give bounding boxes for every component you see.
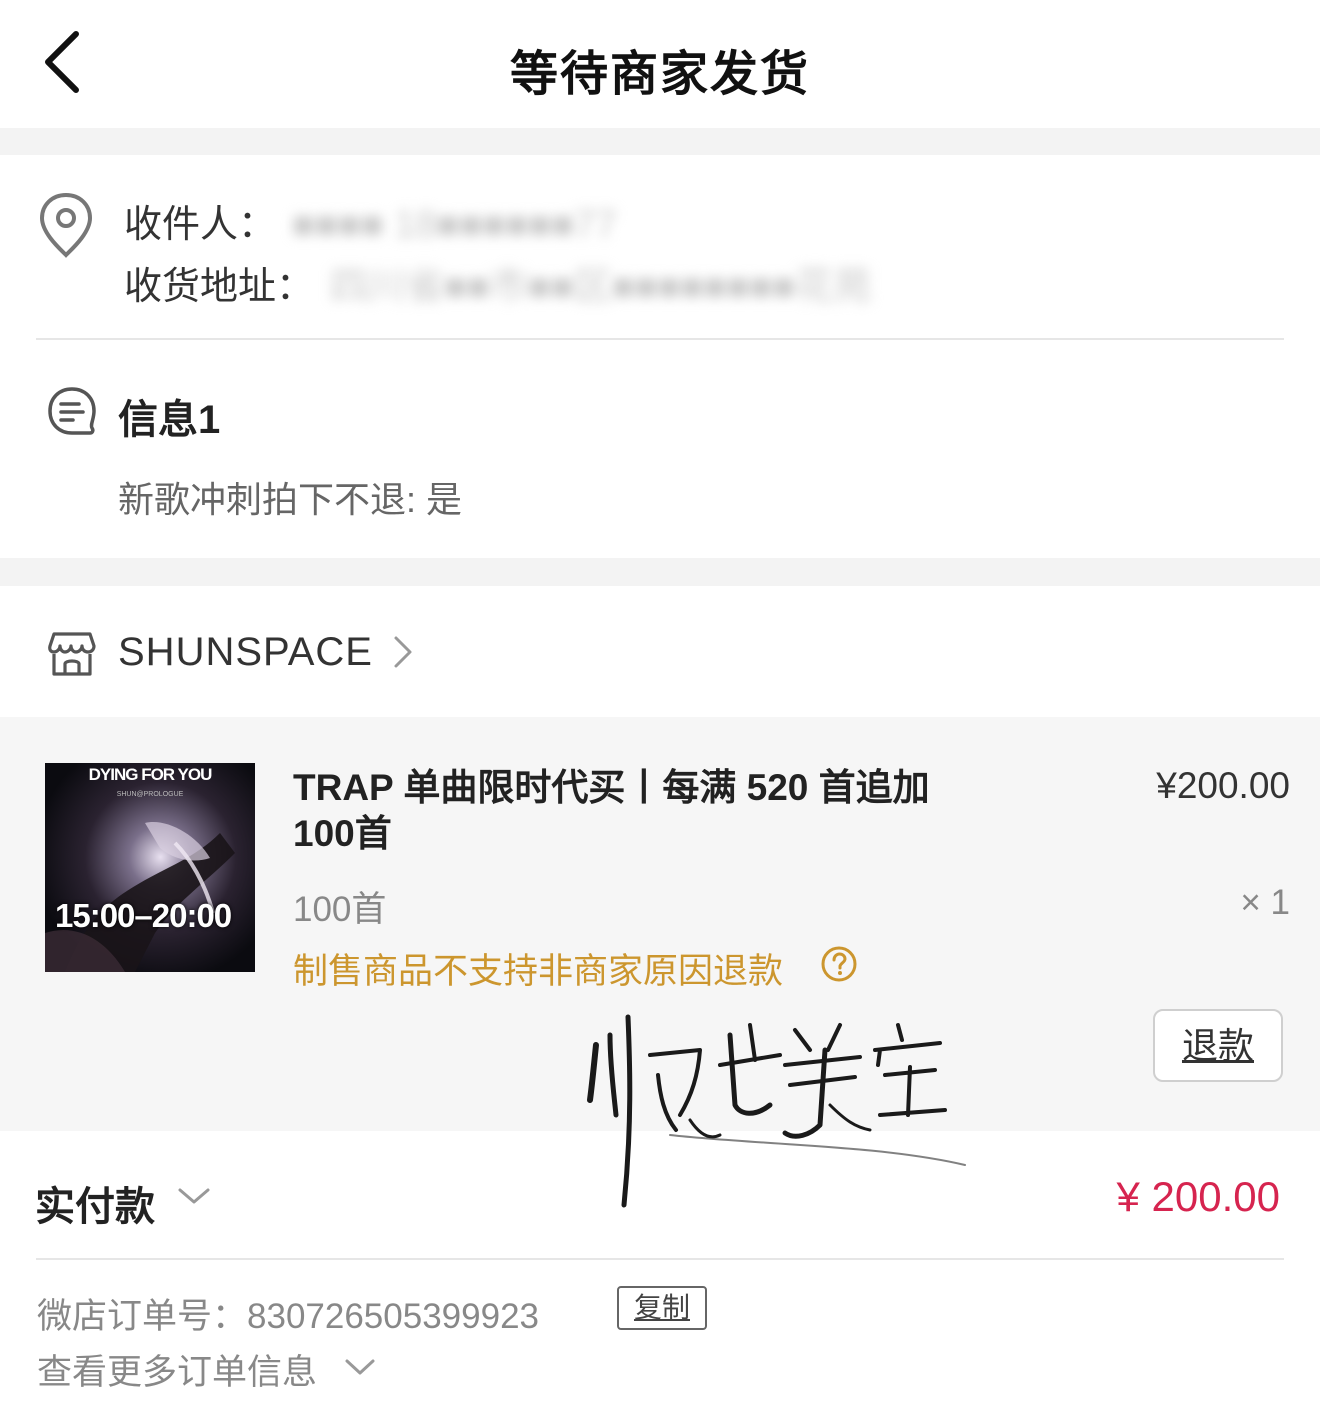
thumb-subtitle: SHUN@PROLOGUE: [116, 791, 184, 798]
handwritten-watermark: [587, 1014, 966, 1208]
paid-amount: ¥ 200.00: [1116, 1173, 1281, 1220]
divider: [36, 338, 1284, 340]
refund-button[interactable]: 退款: [1153, 1009, 1283, 1082]
order-card: SHUNSPACE DYING FOR YOU SHUN@PROLOGUE 15…: [0, 586, 1320, 1414]
recipient-row: 收件人： ■■■■ 18■■■■■■77: [124, 193, 617, 248]
product-quantity: × 1: [1240, 883, 1290, 922]
copy-button[interactable]: 复制: [617, 1286, 707, 1330]
store-icon: [48, 632, 96, 676]
order-number: 830726505399923: [247, 1297, 539, 1336]
product-price: ¥200.00: [1156, 765, 1290, 806]
thumb-title: DYING FOR YOU: [88, 765, 213, 784]
product-name[interactable]: TRAP 单曲限时代买丨每满 520 首追加 100首: [293, 765, 983, 857]
more-order-info-link[interactable]: 查看更多订单信息: [37, 1344, 317, 1395]
message-icon: [48, 387, 96, 435]
recipient-value: ■■■■ 18■■■■■■77: [292, 204, 617, 246]
address-value: 四川省■■市■■区■■■■■■■■花苑: [330, 266, 872, 308]
address-card: 收件人： ■■■■ 18■■■■■■77 收货地址： 四川省■■市■■区■■■■■■…: [0, 155, 1320, 558]
info-content: 新歌冲刺拍下不退: 是: [118, 479, 463, 520]
chevron-down-icon[interactable]: [176, 1184, 212, 1208]
order-number-label: 微店订单号：: [37, 1297, 248, 1336]
top-nav-bar: 等待商家发货: [0, 0, 1320, 128]
product-thumbnail[interactable]: DYING FOR YOU SHUN@PROLOGUE 15:00–20:00: [45, 763, 255, 972]
refund-policy-note: 制售商品不支持非商家原因退款: [293, 952, 784, 991]
recipient-label: 收件人：: [124, 204, 277, 246]
location-pin-icon: [39, 192, 93, 258]
chevron-right-icon[interactable]: [388, 632, 416, 672]
address-row: 收货地址： 四川省■■市■■区■■■■■■■■花苑: [124, 255, 871, 310]
page-title: 等待商家发货: [509, 48, 810, 101]
store-name-link[interactable]: SHUNSPACE: [118, 630, 373, 675]
order-number-row: 微店订单号：830726505399923: [37, 1288, 539, 1339]
divider: [36, 1258, 1284, 1260]
thumb-time: 15:00–20:00: [55, 897, 232, 934]
address-label: 收货地址：: [124, 266, 315, 308]
chevron-down-icon[interactable]: [343, 1356, 377, 1378]
question-circle-icon[interactable]: [820, 945, 858, 983]
info-title: 信息1: [118, 398, 221, 442]
paid-label[interactable]: 实付款: [35, 1174, 155, 1232]
product-sku: 100首: [293, 890, 387, 929]
